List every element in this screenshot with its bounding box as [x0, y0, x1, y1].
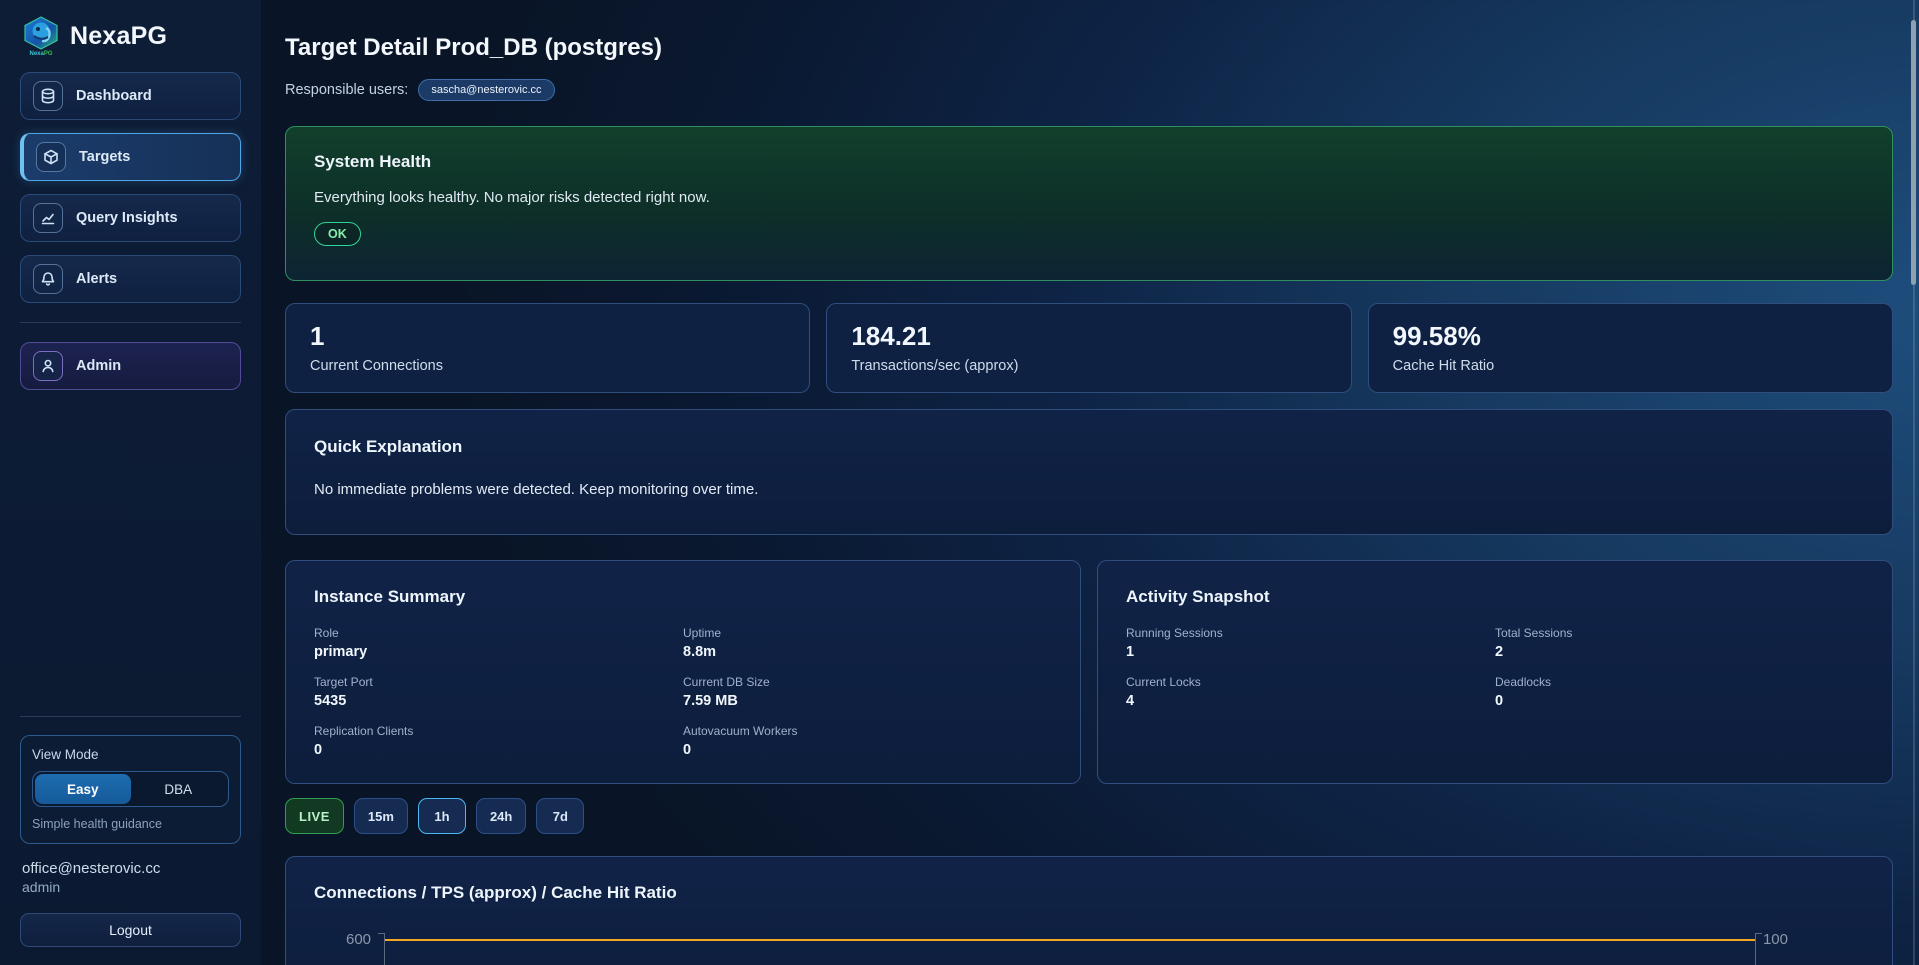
quick-explanation-message: No immediate problems were detected. Kee…: [314, 481, 1864, 498]
instance-summary-title: Instance Summary: [314, 587, 1052, 607]
left-y-axis: [384, 933, 385, 965]
stat-label: Transactions/sec (approx): [851, 358, 1326, 374]
field-uptime: Uptime 8.8m: [683, 626, 1052, 660]
instance-summary-fields: Role primary Uptime 8.8m Target Port 543…: [314, 626, 1052, 758]
live-button[interactable]: LIVE: [285, 798, 344, 834]
range-button-15m[interactable]: 15m: [354, 798, 408, 834]
field-target-port: Target Port 5435: [314, 675, 683, 709]
sidebar-item-label: Admin: [76, 358, 121, 374]
chart-series-line: [385, 939, 1755, 941]
activity-snapshot-fields: Running Sessions 1 Total Sessions 2 Curr…: [1126, 626, 1864, 709]
sidebar-item-query-insights[interactable]: Query Insights: [20, 194, 241, 242]
field-db-size: Current DB Size 7.59 MB: [683, 675, 1052, 709]
app-title: NexaPG: [70, 22, 167, 51]
field-current-locks: Current Locks 4: [1126, 675, 1495, 709]
stat-value: 99.58%: [1393, 321, 1868, 352]
main-content: Target Detail Prod_DB (postgres) Respons…: [261, 0, 1919, 965]
field-deadlocks: Deadlocks 0: [1495, 675, 1864, 709]
sidebar-item-label: Dashboard: [76, 88, 152, 104]
status-badge: OK: [314, 222, 361, 246]
view-mode-option-dba[interactable]: DBA: [131, 774, 227, 804]
brand: NexaPG NexaPG: [20, 14, 241, 72]
sidebar-bottom-divider: [20, 716, 241, 717]
range-button-24h[interactable]: 24h: [476, 798, 526, 834]
metrics-chart-card: Connections / TPS (approx) / Cache Hit R…: [285, 856, 1893, 965]
left-axis-max-label: 600: [346, 931, 371, 948]
sidebar-item-admin[interactable]: Admin: [20, 342, 241, 390]
stat-value: 1: [310, 321, 785, 352]
view-mode-toggle: Easy DBA: [32, 771, 229, 807]
field-running-sessions: Running Sessions 1: [1126, 626, 1495, 660]
view-mode-hint: Simple health guidance: [32, 817, 229, 831]
activity-snapshot-card: Activity Snapshot Running Sessions 1 Tot…: [1097, 560, 1893, 784]
stat-value: 184.21: [851, 321, 1326, 352]
range-button-7d[interactable]: 7d: [536, 798, 584, 834]
page-title: Target Detail Prod_DB (postgres): [285, 34, 1893, 62]
system-health-card: System Health Everything looks healthy. …: [285, 126, 1893, 281]
stat-card-tps: 184.21 Transactions/sec (approx): [826, 303, 1351, 393]
sidebar-item-label: Alerts: [76, 271, 117, 287]
field-autovacuum-workers: Autovacuum Workers 0: [683, 724, 1052, 758]
cube-icon: [36, 142, 66, 172]
summary-row: Instance Summary Role primary Uptime 8.8…: [285, 560, 1893, 784]
range-button-1h[interactable]: 1h: [418, 798, 466, 834]
stat-card-connections: 1 Current Connections: [285, 303, 810, 393]
sidebar: NexaPG NexaPG Dashboard Targets: [0, 0, 261, 965]
chart-icon: [33, 203, 63, 233]
stat-label: Current Connections: [310, 358, 785, 374]
sidebar-item-label: Query Insights: [76, 210, 178, 226]
stat-card-cache-hit: 99.58% Cache Hit Ratio: [1368, 303, 1893, 393]
sidebar-item-targets[interactable]: Targets: [20, 133, 241, 181]
right-axis-max-label: 100: [1763, 931, 1788, 948]
field-role: Role primary: [314, 626, 683, 660]
chart-title: Connections / TPS (approx) / Cache Hit R…: [314, 883, 1864, 903]
user-icon: [33, 351, 63, 381]
instance-summary-card: Instance Summary Role primary Uptime 8.8…: [285, 560, 1081, 784]
time-range-controls: LIVE 15m 1h 24h 7d: [285, 798, 1893, 834]
nexapg-logo-icon: NexaPG: [22, 16, 60, 56]
user-email: office@nesterovic.cc: [22, 860, 241, 877]
stats-row: 1 Current Connections 184.21 Transaction…: [285, 303, 1893, 393]
scrollbar-thumb[interactable]: [1911, 20, 1916, 285]
right-y-axis: [1755, 933, 1756, 965]
system-health-message: Everything looks healthy. No major risks…: [314, 189, 1864, 206]
quick-explanation-title: Quick Explanation: [314, 437, 1864, 457]
system-health-title: System Health: [314, 152, 1864, 172]
responsible-users-label: Responsible users:: [285, 82, 408, 98]
field-total-sessions: Total Sessions 2: [1495, 626, 1864, 660]
view-mode-option-easy[interactable]: Easy: [35, 774, 131, 804]
sidebar-item-alerts[interactable]: Alerts: [20, 255, 241, 303]
sidebar-nav: Dashboard Targets Query Insights: [20, 72, 241, 303]
chart-plot-area: 600 100: [314, 929, 1864, 965]
user-role: admin: [22, 879, 241, 895]
activity-snapshot-title: Activity Snapshot: [1126, 587, 1864, 607]
database-icon: [33, 81, 63, 111]
field-replication-clients: Replication Clients 0: [314, 724, 683, 758]
stat-label: Cache Hit Ratio: [1393, 358, 1868, 374]
quick-explanation-card: Quick Explanation No immediate problems …: [285, 409, 1893, 535]
sidebar-item-dashboard[interactable]: Dashboard: [20, 72, 241, 120]
logout-button[interactable]: Logout: [20, 913, 241, 947]
view-mode-label: View Mode: [32, 747, 229, 762]
responsible-user-chip[interactable]: sascha@nesterovic.cc: [418, 79, 554, 101]
sidebar-divider: [20, 322, 241, 323]
sidebar-item-label: Targets: [79, 149, 130, 165]
view-mode-panel: View Mode Easy DBA Simple health guidanc…: [20, 735, 241, 844]
sidebar-spacer: [20, 390, 241, 716]
responsible-users-row: Responsible users: sascha@nesterovic.cc: [285, 79, 1893, 101]
bell-icon: [33, 264, 63, 294]
